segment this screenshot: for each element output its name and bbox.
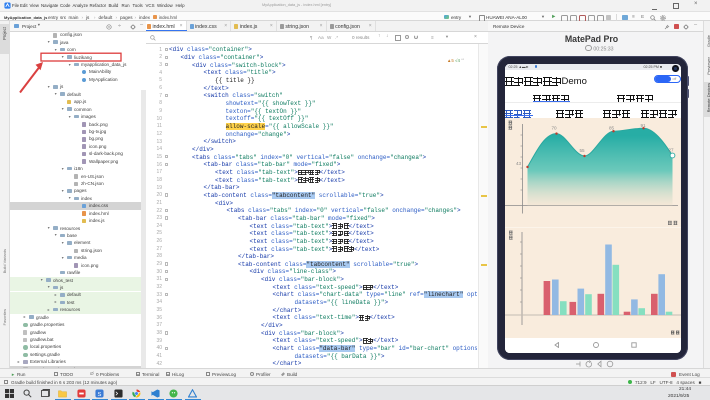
svg-text:27: 27 [668,147,674,152]
svg-text:43: 43 [516,161,522,166]
svg-text:85: 85 [609,125,615,130]
svg-text:70: 70 [551,125,557,130]
svg-text:S: S [98,392,102,398]
svg-text:55: 55 [579,148,585,153]
svg-text:91: 91 [640,123,646,128]
